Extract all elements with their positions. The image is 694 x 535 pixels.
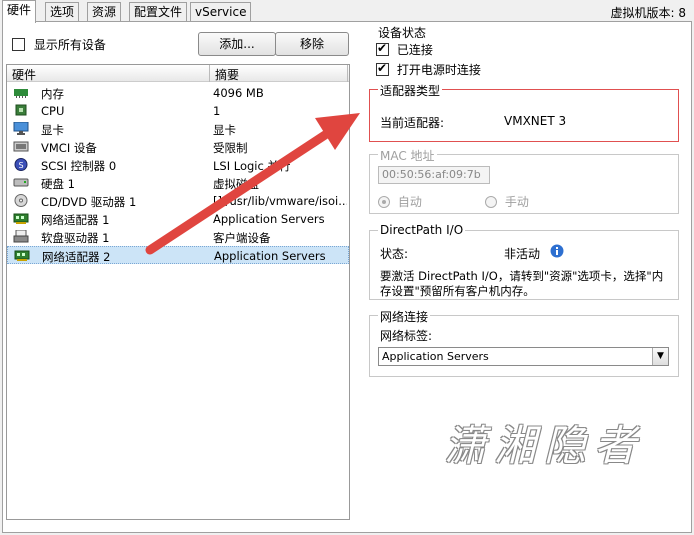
directpath-status-label: 状态: — [380, 247, 409, 261]
device-status-title: 设备状态 — [378, 26, 427, 40]
directpath-note-line2: 存设置"预留所有客户机内存。 — [380, 284, 535, 298]
row-summary: [] /usr/lib/vmware/isoi... — [213, 194, 347, 208]
mac-manual-radio[interactable]: 手动 — [485, 193, 529, 210]
row-summary: 客户端设备 — [213, 231, 271, 245]
row-name: 软盘驱动器 1 — [41, 231, 110, 245]
table-row[interactable]: 软盘驱动器 1 客户端设备 — [7, 228, 349, 246]
remove-button[interactable]: 移除 — [275, 32, 349, 56]
watermark: 潇湘隐者 — [444, 421, 645, 470]
mac-address-group: MAC 地址 00:50:56:af:09:7b 自动 手动 — [369, 147, 679, 214]
directpath-note-line1: 要激活 DirectPath I/O，请转到"资源"选项卡，选择"内 — [380, 269, 664, 283]
connect-power-on-checkbox-box[interactable] — [376, 61, 389, 76]
tab-options[interactable]: 选项 — [45, 2, 80, 22]
column-summary[interactable]: 摘要 — [215, 66, 239, 83]
row-summary: 虚拟磁盘 — [213, 177, 259, 191]
floppy-icon — [13, 230, 29, 243]
row-name: 硬盘 1 — [41, 177, 75, 191]
svg-text:S: S — [18, 161, 23, 170]
row-summary: 显卡 — [213, 123, 236, 137]
nic-icon — [14, 250, 30, 261]
row-summary: 4096 MB — [213, 86, 264, 100]
directpath-title: DirectPath I/O — [378, 223, 466, 237]
row-name: 显卡 — [41, 123, 64, 137]
table-row[interactable]: 显卡 显卡 — [7, 120, 349, 138]
column-hardware[interactable]: 硬件 — [12, 66, 36, 83]
connect-power-on-label: 打开电源时连接 — [396, 63, 481, 77]
adapter-type-group: 适配器类型 当前适配器: VMXNET 3 — [369, 82, 679, 142]
row-name: 网络适配器 1 — [41, 213, 110, 227]
table-row[interactable]: VMCI 设备 受限制 — [7, 138, 349, 156]
connected-checkbox[interactable]: 已连接 — [376, 41, 433, 58]
mac-address-input[interactable]: 00:50:56:af:09:7b — [378, 166, 490, 184]
row-summary: Application Servers — [213, 212, 325, 226]
info-icon[interactable] — [550, 244, 564, 258]
table-row[interactable]: CD/DVD 驱动器 1 [] /usr/lib/vmware/isoi... — [7, 192, 349, 210]
table-row[interactable]: CPU 1 — [7, 102, 349, 120]
show-all-label: 显示所有设备 — [33, 38, 106, 52]
row-summary: 受限制 — [213, 141, 248, 155]
mac-manual-radio-dot[interactable] — [485, 195, 497, 208]
mac-auto-label: 自动 — [397, 195, 422, 209]
network-label-caption: 网络标签: — [380, 329, 433, 343]
row-name: SCSI 控制器 0 — [41, 159, 117, 173]
table-row[interactable]: 硬盘 1 虚拟磁盘 — [7, 174, 349, 192]
directpath-status-value: 非活动 — [504, 247, 541, 261]
current-adapter-label: 当前适配器: — [380, 116, 445, 130]
row-name: CD/DVD 驱动器 1 — [41, 195, 137, 209]
harddisk-icon — [13, 178, 29, 187]
network-connection-group: 网络连接 网络标签: Application Servers ▼ — [369, 308, 679, 377]
cdrom-icon — [14, 194, 28, 207]
scsi-icon: S — [14, 158, 28, 171]
mac-auto-radio-dot[interactable] — [378, 195, 390, 208]
hardware-list-header: 硬件 摘要 — [7, 65, 349, 82]
hardware-list: 硬件 摘要 内存 4096 MB CPU 1 显卡 显卡 VMCI 设备 受限制… — [6, 64, 350, 520]
display-icon — [13, 122, 29, 135]
network-label-value: Application Servers — [382, 350, 489, 363]
memory-icon — [14, 89, 28, 98]
tab-vservice[interactable]: vService — [190, 2, 252, 22]
row-name: 网络适配器 2 — [42, 250, 111, 264]
row-name: VMCI 设备 — [41, 141, 97, 155]
current-adapter-value: VMXNET 3 — [504, 114, 567, 128]
adapter-type-title: 适配器类型 — [378, 82, 443, 99]
connected-checkbox-box[interactable] — [376, 41, 389, 56]
tab-resources[interactable]: 资源 — [87, 2, 122, 22]
network-connection-title: 网络连接 — [378, 308, 431, 325]
device-status-group: 设备状态 已连接 打开电源时连接 — [368, 26, 680, 80]
vm-version-label: 虚拟机版本: 8 — [610, 6, 687, 20]
mac-manual-label: 手动 — [504, 195, 529, 209]
table-row[interactable]: S SCSI 控制器 0 LSI Logic 并行 — [7, 156, 349, 174]
table-row[interactable]: 网络适配器 1 Application Servers — [7, 210, 349, 228]
tab-hardware[interactable]: 硬件 — [2, 0, 37, 23]
directpath-group: DirectPath I/O 状态: 非活动 要激活 DirectPath I/… — [369, 223, 679, 300]
row-summary: 1 — [213, 104, 221, 118]
row-summary: Application Servers — [214, 249, 326, 263]
row-name: 内存 — [41, 87, 64, 101]
chevron-down-icon[interactable]: ▼ — [652, 348, 668, 365]
show-all-checkbox-box[interactable] — [12, 38, 25, 51]
row-summary: LSI Logic 并行 — [213, 159, 291, 173]
connect-power-on-checkbox[interactable]: 打开电源时连接 — [376, 61, 481, 78]
table-row[interactable]: 内存 4096 MB — [7, 84, 349, 102]
connected-label: 已连接 — [396, 43, 433, 57]
mac-address-title: MAC 地址 — [378, 147, 437, 164]
table-row-selected[interactable]: 网络适配器 2 Application Servers — [7, 246, 349, 264]
add-button[interactable]: 添加... — [198, 32, 276, 56]
vmci-icon — [13, 141, 29, 152]
row-name: CPU — [41, 104, 65, 118]
mac-auto-radio[interactable]: 自动 — [378, 193, 422, 210]
cpu-icon — [15, 104, 27, 116]
tab-bar: 硬件 选项 资源 配置文件 vService 虚拟机版本: 8 — [0, 0, 694, 23]
nic-icon — [13, 213, 29, 224]
show-all-devices-checkbox[interactable]: 显示所有设备 — [12, 36, 106, 53]
network-label-select[interactable]: Application Servers ▼ — [378, 347, 669, 366]
tab-profiles[interactable]: 配置文件 — [129, 2, 188, 22]
